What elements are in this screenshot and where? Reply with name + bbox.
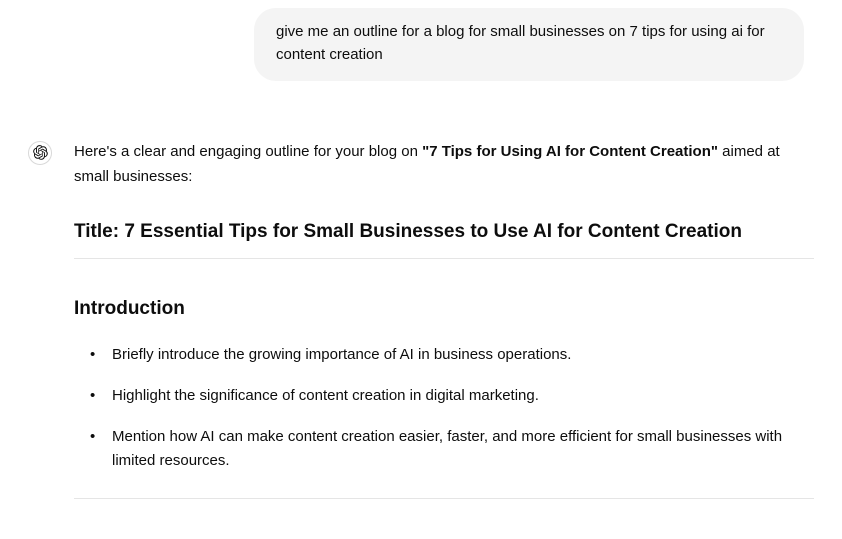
divider xyxy=(74,258,814,259)
openai-logo-icon xyxy=(33,145,48,160)
assistant-avatar-icon xyxy=(28,141,52,165)
bullet-text: Mention how AI can make content creation… xyxy=(112,428,782,470)
user-message-bubble[interactable]: give me an outline for a blog for small … xyxy=(254,8,804,81)
title-value: 7 Essential Tips for Small Businesses to… xyxy=(124,221,742,242)
list-item: Highlight the significance of content cr… xyxy=(84,384,814,409)
lead-prefix: Here's a clear and engaging outline for … xyxy=(74,143,422,160)
assistant-message-content: Here's a clear and engaging outline for … xyxy=(74,139,814,500)
user-message-text: give me an outline for a blog for small … xyxy=(276,23,765,63)
lead-quoted-title: "7 Tips for Using AI for Content Creatio… xyxy=(422,143,718,160)
assistant-lead-paragraph: Here's a clear and engaging outline for … xyxy=(74,139,814,190)
chat-page: give me an outline for a blog for small … xyxy=(0,0,842,539)
bullet-text: Briefly introduce the growing importance… xyxy=(112,346,571,363)
introduction-heading: Introduction xyxy=(74,293,814,325)
title-label: Title: xyxy=(74,221,124,242)
introduction-bullet-list: Briefly introduce the growing importance… xyxy=(74,343,814,474)
outline-title-line: Title: 7 Essential Tips for Small Busine… xyxy=(74,216,814,248)
list-item: Briefly introduce the growing importance… xyxy=(84,343,814,368)
bullet-text: Highlight the significance of content cr… xyxy=(112,387,539,404)
divider xyxy=(74,498,814,499)
list-item: Mention how AI can make content creation… xyxy=(84,425,814,475)
assistant-message-row: Here's a clear and engaging outline for … xyxy=(0,139,842,500)
